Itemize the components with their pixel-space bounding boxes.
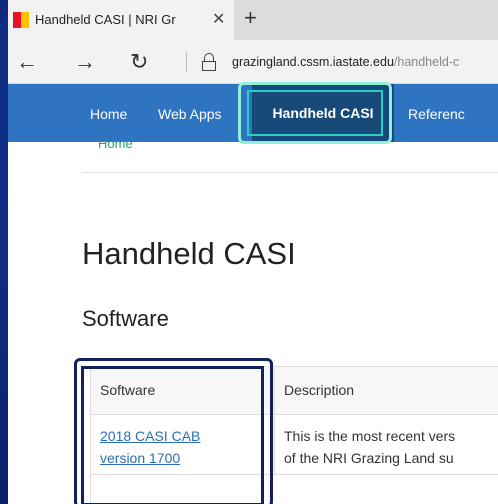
- section-heading: Software: [82, 306, 169, 331]
- page-title: Handheld CASI: [82, 236, 296, 271]
- url-field[interactable]: grazingland.cssm.iastate.edu/handheld-c: [232, 55, 459, 69]
- new-tab-button[interactable]: +: [244, 5, 257, 31]
- nav-references[interactable]: Referenc: [408, 106, 465, 122]
- close-tab-icon[interactable]: ✕: [212, 9, 225, 29]
- lock-icon[interactable]: [202, 53, 216, 71]
- url-host: grazingland.cssm.iastate.edu: [232, 55, 394, 69]
- description-line: of the NRI Grazing Land su: [284, 450, 454, 466]
- refresh-icon[interactable]: ↻: [130, 49, 148, 75]
- highlight-box-nav-inner: [247, 90, 383, 136]
- divider: [82, 172, 498, 173]
- breadcrumb-home[interactable]: Home: [98, 138, 133, 152]
- url-path: /handheld-c: [393, 55, 460, 69]
- address-bar: ← → ↻ grazingland.cssm.iastate.edu/handh…: [8, 40, 498, 84]
- site-favicon-icon: [13, 12, 29, 28]
- forward-arrow-icon[interactable]: →: [74, 49, 96, 75]
- back-arrow-icon[interactable]: ←: [16, 49, 38, 75]
- toolbar-divider: [186, 52, 187, 72]
- tab-title: Handheld CASI | NRI Gr: [35, 12, 176, 27]
- table-cell-description: This is the most recent vers of the NRI …: [275, 415, 498, 475]
- nav-home[interactable]: Home: [90, 106, 127, 122]
- table-header-description: Description: [275, 367, 498, 415]
- nav-web-apps[interactable]: Web Apps: [158, 106, 222, 122]
- browser-tab[interactable]: Handheld CASI | NRI Gr ✕: [8, 0, 234, 40]
- tab-strip: Handheld CASI | NRI Gr ✕ +: [8, 0, 498, 40]
- description-line: This is the most recent vers: [284, 428, 456, 444]
- highlight-box-software-column-inner: [81, 366, 264, 504]
